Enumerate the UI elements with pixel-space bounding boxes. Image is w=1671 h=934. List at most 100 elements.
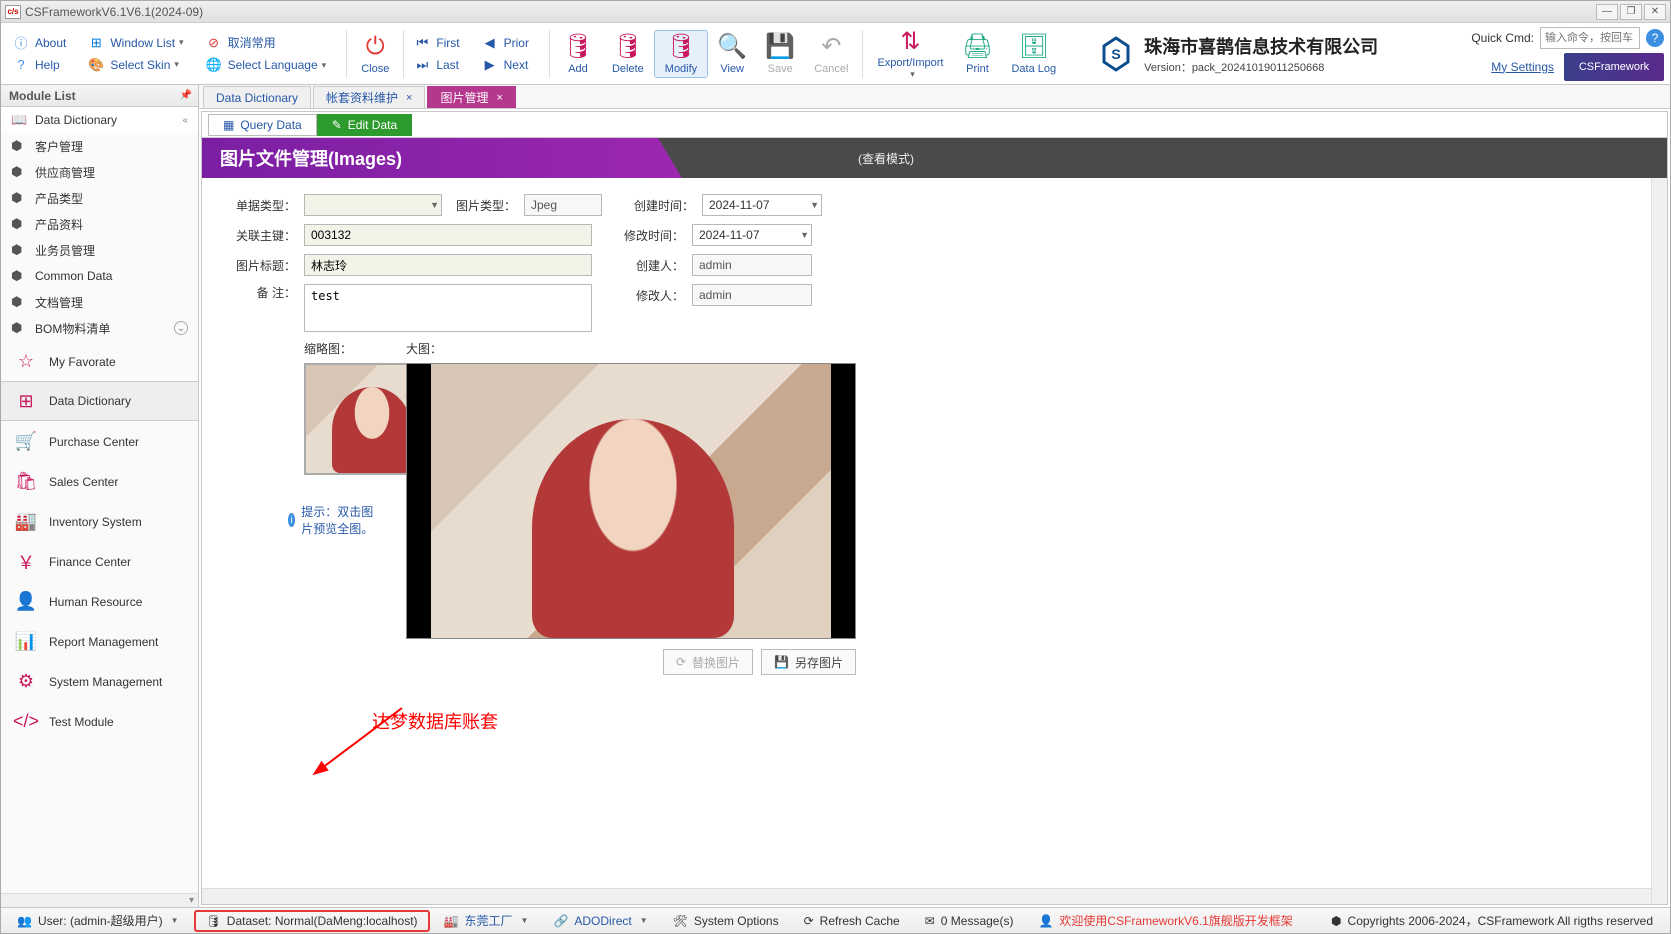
sb-factory[interactable]: 🏭东莞工厂▼: [434, 910, 540, 932]
sb-messages[interactable]: ✉0 Message(s): [915, 910, 1025, 932]
module-supplier[interactable]: ⬢供应商管理: [1, 159, 198, 185]
sidebar-header: Module List 📌: [1, 85, 198, 107]
created-date[interactable]: 2024-11-07▼: [702, 194, 822, 216]
close-tab-icon[interactable]: ×: [406, 92, 412, 104]
large-image[interactable]: [406, 363, 856, 639]
replace-image-button[interactable]: ⟳替换图片: [663, 649, 753, 675]
close-window-button[interactable]: ✕: [1644, 4, 1666, 20]
save-button[interactable]: 💾Save: [756, 31, 804, 77]
modify-button[interactable]: 🛢Modify: [654, 30, 708, 78]
add-button[interactable]: 🛢Add: [554, 31, 602, 77]
nav-favorate[interactable]: ☆My Favorate: [1, 341, 198, 381]
quick-cmd-input[interactable]: [1540, 27, 1640, 49]
module-common-data[interactable]: ⬢Common Data: [1, 263, 198, 289]
nav-purchase[interactable]: 🛒Purchase Center: [1, 421, 198, 461]
nav-sales[interactable]: 🛍Sales Center: [1, 461, 198, 501]
created-label: 创建时间：: [630, 197, 694, 214]
cancel-common-button[interactable]: ⊘取消常用: [200, 31, 333, 54]
subtab-query[interactable]: ▦Query Data: [208, 114, 317, 136]
creator-label: 创建人：: [620, 257, 684, 274]
restore-button[interactable]: ❐: [1620, 4, 1642, 20]
my-settings-link[interactable]: My Settings: [1491, 60, 1554, 74]
next-button[interactable]: ▶Next: [476, 54, 535, 76]
sub-tabs: ▦Query Data ✎Edit Data: [202, 112, 1667, 138]
chart-icon: 📊: [13, 629, 39, 655]
subtab-edit[interactable]: ✎Edit Data: [317, 114, 412, 136]
last-button[interactable]: ⏭Last: [408, 54, 465, 76]
module-customer[interactable]: ⬢客户管理: [1, 133, 198, 159]
select-skin-button[interactable]: 🎨Select Skin: [82, 54, 189, 76]
cube-icon: ⬢: [11, 320, 27, 336]
vertical-scrollbar[interactable]: [1651, 178, 1667, 904]
relkey-field[interactable]: [304, 224, 592, 246]
nav-data-dictionary[interactable]: ⊞Data Dictionary: [1, 381, 198, 421]
user-icon: 👥: [17, 914, 32, 928]
doctype-combo[interactable]: ▼: [304, 194, 442, 216]
module-sales[interactable]: ⬢业务员管理: [1, 237, 198, 263]
sb-ado[interactable]: 🔗ADODirect▼: [543, 910, 658, 932]
cancel-icon: ⊘: [206, 35, 222, 51]
tab-images[interactable]: 图片管理×: [427, 86, 515, 108]
saveas-image-button[interactable]: 💾另存图片: [761, 649, 856, 675]
mail-icon: ✉: [925, 914, 935, 928]
nav-report[interactable]: 📊Report Management: [1, 621, 198, 661]
first-button[interactable]: ⏮First: [408, 32, 465, 54]
prev-icon: ◀: [482, 35, 498, 51]
minimize-button[interactable]: —: [1596, 4, 1618, 20]
quick-cmd-label: Quick Cmd:: [1471, 31, 1534, 45]
csframework-button[interactable]: CSFramework: [1564, 53, 1664, 81]
palette-icon: 🎨: [88, 57, 104, 73]
print-button[interactable]: 🖨Print: [953, 31, 1001, 77]
window-list-button[interactable]: ⊞Window List: [82, 32, 189, 54]
cube-icon: ⬢: [11, 242, 27, 258]
nav-finance[interactable]: ￥Finance Center: [1, 541, 198, 581]
sb-welcome: 👤欢迎使用CSFrameworkV6.1旗舰版开发框架: [1028, 910, 1303, 932]
close-button[interactable]: ⏻Close: [351, 31, 399, 77]
imgtype-field: [524, 194, 602, 216]
tab-data-dictionary[interactable]: Data Dictionary: [203, 86, 311, 108]
nav-hr[interactable]: 👤Human Resource: [1, 581, 198, 621]
title-field[interactable]: [304, 254, 592, 276]
prior-button[interactable]: ◀Prior: [476, 32, 535, 54]
sb-copyright: ⬢Copyrights 2006-2024，CSFramework All ri…: [1321, 910, 1664, 932]
module-bom[interactable]: ⬢BOM物料清单⌄: [1, 315, 198, 341]
star-icon: ☆: [13, 349, 39, 375]
pin-icon[interactable]: 📌: [180, 90, 192, 101]
export-import-button[interactable]: ⇅Export/Import: [867, 25, 953, 82]
horizontal-scrollbar[interactable]: [202, 888, 1651, 904]
remark-field[interactable]: [304, 284, 592, 332]
about-button[interactable]: ⓘAbout: [7, 32, 72, 54]
module-docs[interactable]: ⬢文档管理: [1, 289, 198, 315]
windows-icon: ⊞: [88, 35, 104, 51]
nav-inventory[interactable]: 🏭Inventory System: [1, 501, 198, 541]
sb-refresh[interactable]: ⟳Refresh Cache: [794, 910, 911, 932]
first-icon: ⏮: [414, 35, 430, 51]
expand-icon[interactable]: ▾: [189, 895, 194, 906]
money-icon: ￥: [13, 549, 39, 575]
cube-icon: ⬢: [11, 138, 27, 154]
sb-system-options[interactable]: 🛠System Options: [663, 910, 790, 932]
doctype-label: 单据类型：: [226, 197, 296, 214]
datalog-button[interactable]: 🗄Data Log: [1001, 31, 1066, 77]
module-data-dictionary[interactable]: 📖Data Dictionary«: [1, 107, 198, 133]
delete-button[interactable]: 🛢Delete: [602, 31, 654, 77]
select-language-button[interactable]: 🌐Select Language: [200, 54, 333, 76]
view-button[interactable]: 🔍View: [708, 31, 756, 77]
tab-account[interactable]: 帐套资料维护×: [313, 86, 425, 108]
sb-user[interactable]: 👥User: (admin-超级用户)▼: [7, 910, 190, 932]
module-product-type[interactable]: ⬢产品类型: [1, 185, 198, 211]
edit-icon: ✎: [332, 118, 342, 132]
cancel-button[interactable]: ↶Cancel: [804, 31, 858, 77]
nav-system[interactable]: ⚙System Management: [1, 661, 198, 701]
module-product[interactable]: ⬢产品资料: [1, 211, 198, 237]
code-icon: </>: [13, 709, 39, 735]
sb-dataset[interactable]: 🛢Dataset: Normal(DaMeng:localhost): [194, 910, 430, 932]
page-banner: 图片文件管理(Images) (查看模式): [202, 138, 1667, 178]
title-label: 图片标题：: [226, 257, 296, 274]
modified-date[interactable]: 2024-11-07▼: [692, 224, 812, 246]
content-area: Data Dictionary 帐套资料维护× 图片管理× ▦Query Dat…: [199, 85, 1670, 907]
help-button[interactable]: ?Help: [7, 54, 72, 76]
nav-test[interactable]: </>Test Module: [1, 701, 198, 741]
close-tab-icon[interactable]: ×: [497, 92, 503, 104]
help-badge-icon[interactable]: ?: [1646, 29, 1664, 47]
